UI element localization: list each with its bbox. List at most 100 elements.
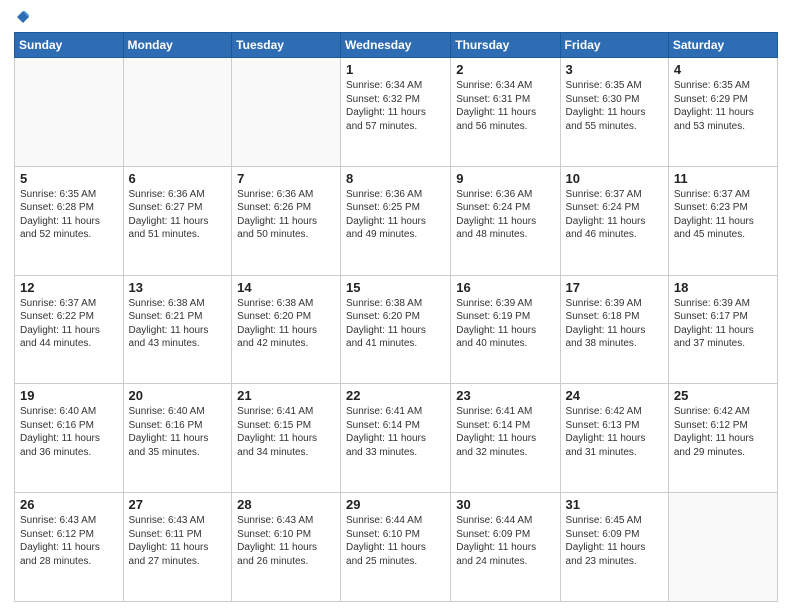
day-number: 12: [20, 280, 118, 295]
day-number: 14: [237, 280, 335, 295]
calendar-week-2: 12 Sunrise: 6:37 AM Sunset: 6:22 PM Dayli…: [15, 275, 778, 384]
day-info: Sunrise: 6:40 AM Sunset: 6:16 PM Dayligh…: [20, 405, 118, 459]
calendar-cell: 29Sunrise: 6:44 AM Sunset: 6:10 PM Dayli…: [341, 493, 451, 602]
calendar-cell: 25Sunrise: 6:42 AM Sunset: 6:12 PM Dayli…: [668, 384, 777, 493]
page: SundayMondayTuesdayWednesdayThursdayFrid…: [0, 0, 792, 612]
day-number: 20: [129, 388, 227, 403]
calendar-cell: [123, 58, 232, 167]
day-info: Sunrise: 6:40 AM Sunset: 6:16 PM Dayligh…: [129, 405, 227, 459]
day-number: 25: [674, 388, 772, 403]
day-number: 3: [566, 62, 663, 77]
day-number: 23: [456, 388, 554, 403]
logo: [14, 10, 30, 24]
calendar-cell: 5 Sunrise: 6:35 AM Sunset: 6:28 PM Daylig…: [15, 166, 124, 275]
calendar-cell: 14 Sunrise: 6:38 AM Sunset: 6:20 PM Dayli…: [232, 275, 341, 384]
calendar-cell: 7 Sunrise: 6:36 AM Sunset: 6:26 PM Daylig…: [232, 166, 341, 275]
header: [14, 10, 778, 24]
day-number: 30: [456, 497, 554, 512]
calendar-cell: [232, 58, 341, 167]
day-info: Sunrise: 6:41 AM Sunset: 6:14 PM Dayligh…: [456, 405, 554, 459]
day-info: Sunrise: 6:37 AM Sunset: 6:23 PM Dayligh…: [674, 188, 772, 242]
calendar-week-4: 26 Sunrise: 6:43 AM Sunset: 6:12 PM Dayli…: [15, 493, 778, 602]
day-info: Sunrise: 6:41 AM Sunset: 6:14 PM Dayligh…: [346, 405, 445, 459]
calendar-cell: 10Sunrise: 6:37 AM Sunset: 6:24 PM Dayli…: [560, 166, 668, 275]
day-number: 9: [456, 171, 554, 186]
day-number: 13: [129, 280, 227, 295]
day-info: Sunrise: 6:37 AM Sunset: 6:22 PM Dayligh…: [20, 297, 118, 351]
calendar-cell: 17 Sunrise: 6:39 AM Sunset: 6:18 PM Dayli…: [560, 275, 668, 384]
calendar-cell: 20 Sunrise: 6:40 AM Sunset: 6:16 PM Dayli…: [123, 384, 232, 493]
calendar-week-0: 1 Sunrise: 6:34 AM Sunset: 6:32 PM Daylig…: [15, 58, 778, 167]
day-number: 31: [566, 497, 663, 512]
day-number: 28: [237, 497, 335, 512]
calendar-header-tuesday: Tuesday: [232, 33, 341, 58]
calendar-cell: 31 Sunrise: 6:45 AM Sunset: 6:09 PM Dayli…: [560, 493, 668, 602]
day-info: Sunrise: 6:36 AM Sunset: 6:24 PM Dayligh…: [456, 188, 554, 242]
day-number: 15: [346, 280, 445, 295]
calendar-header-friday: Friday: [560, 33, 668, 58]
day-number: 5: [20, 171, 118, 186]
calendar-week-3: 19Sunrise: 6:40 AM Sunset: 6:16 PM Dayli…: [15, 384, 778, 493]
calendar-header-thursday: Thursday: [451, 33, 560, 58]
day-info: Sunrise: 6:41 AM Sunset: 6:15 PM Dayligh…: [237, 405, 335, 459]
day-info: Sunrise: 6:43 AM Sunset: 6:12 PM Dayligh…: [20, 514, 118, 568]
calendar-header-monday: Monday: [123, 33, 232, 58]
calendar-header-wednesday: Wednesday: [341, 33, 451, 58]
day-info: Sunrise: 6:45 AM Sunset: 6:09 PM Dayligh…: [566, 514, 663, 568]
day-number: 18: [674, 280, 772, 295]
day-number: 17: [566, 280, 663, 295]
day-info: Sunrise: 6:39 AM Sunset: 6:18 PM Dayligh…: [566, 297, 663, 351]
calendar-cell: 3 Sunrise: 6:35 AM Sunset: 6:30 PM Daylig…: [560, 58, 668, 167]
day-info: Sunrise: 6:43 AM Sunset: 6:11 PM Dayligh…: [129, 514, 227, 568]
calendar-cell: 16 Sunrise: 6:39 AM Sunset: 6:19 PM Dayli…: [451, 275, 560, 384]
calendar-header-row: SundayMondayTuesdayWednesdayThursdayFrid…: [15, 33, 778, 58]
calendar-cell: 23 Sunrise: 6:41 AM Sunset: 6:14 PM Dayli…: [451, 384, 560, 493]
calendar-table: SundayMondayTuesdayWednesdayThursdayFrid…: [14, 32, 778, 602]
calendar-cell: 9 Sunrise: 6:36 AM Sunset: 6:24 PM Daylig…: [451, 166, 560, 275]
calendar-cell: 22 Sunrise: 6:41 AM Sunset: 6:14 PM Dayli…: [341, 384, 451, 493]
day-info: Sunrise: 6:34 AM Sunset: 6:32 PM Dayligh…: [346, 79, 445, 133]
calendar-cell: 24Sunrise: 6:42 AM Sunset: 6:13 PM Dayli…: [560, 384, 668, 493]
day-number: 21: [237, 388, 335, 403]
day-info: Sunrise: 6:34 AM Sunset: 6:31 PM Dayligh…: [456, 79, 554, 133]
calendar-cell: 19Sunrise: 6:40 AM Sunset: 6:16 PM Dayli…: [15, 384, 124, 493]
day-info: Sunrise: 6:36 AM Sunset: 6:26 PM Dayligh…: [237, 188, 335, 242]
day-number: 22: [346, 388, 445, 403]
calendar-cell: 13Sunrise: 6:38 AM Sunset: 6:21 PM Dayli…: [123, 275, 232, 384]
day-number: 27: [129, 497, 227, 512]
day-info: Sunrise: 6:44 AM Sunset: 6:09 PM Dayligh…: [456, 514, 554, 568]
calendar-cell: 1 Sunrise: 6:34 AM Sunset: 6:32 PM Daylig…: [341, 58, 451, 167]
calendar-cell: 2Sunrise: 6:34 AM Sunset: 6:31 PM Daylig…: [451, 58, 560, 167]
day-info: Sunrise: 6:35 AM Sunset: 6:29 PM Dayligh…: [674, 79, 772, 133]
calendar-cell: 27 Sunrise: 6:43 AM Sunset: 6:11 PM Dayli…: [123, 493, 232, 602]
day-info: Sunrise: 6:39 AM Sunset: 6:19 PM Dayligh…: [456, 297, 554, 351]
day-number: 1: [346, 62, 445, 77]
day-info: Sunrise: 6:35 AM Sunset: 6:30 PM Dayligh…: [566, 79, 663, 133]
day-number: 7: [237, 171, 335, 186]
day-number: 10: [566, 171, 663, 186]
day-info: Sunrise: 6:39 AM Sunset: 6:17 PM Dayligh…: [674, 297, 772, 351]
calendar-cell: 12 Sunrise: 6:37 AM Sunset: 6:22 PM Dayli…: [15, 275, 124, 384]
day-info: Sunrise: 6:38 AM Sunset: 6:20 PM Dayligh…: [346, 297, 445, 351]
day-info: Sunrise: 6:36 AM Sunset: 6:25 PM Dayligh…: [346, 188, 445, 242]
day-number: 8: [346, 171, 445, 186]
day-info: Sunrise: 6:36 AM Sunset: 6:27 PM Dayligh…: [129, 188, 227, 242]
calendar-cell: 21 Sunrise: 6:41 AM Sunset: 6:15 PM Dayli…: [232, 384, 341, 493]
day-info: Sunrise: 6:35 AM Sunset: 6:28 PM Dayligh…: [20, 188, 118, 242]
calendar-cell: 11 Sunrise: 6:37 AM Sunset: 6:23 PM Dayli…: [668, 166, 777, 275]
calendar-cell: 15 Sunrise: 6:38 AM Sunset: 6:20 PM Dayli…: [341, 275, 451, 384]
logo-icon: [16, 10, 30, 24]
calendar-cell: 30 Sunrise: 6:44 AM Sunset: 6:09 PM Dayli…: [451, 493, 560, 602]
calendar-header-sunday: Sunday: [15, 33, 124, 58]
day-info: Sunrise: 6:38 AM Sunset: 6:20 PM Dayligh…: [237, 297, 335, 351]
day-number: 11: [674, 171, 772, 186]
day-info: Sunrise: 6:43 AM Sunset: 6:10 PM Dayligh…: [237, 514, 335, 568]
day-number: 16: [456, 280, 554, 295]
calendar-cell: 4Sunrise: 6:35 AM Sunset: 6:29 PM Daylig…: [668, 58, 777, 167]
calendar-cell: 18 Sunrise: 6:39 AM Sunset: 6:17 PM Dayli…: [668, 275, 777, 384]
calendar-week-1: 5 Sunrise: 6:35 AM Sunset: 6:28 PM Daylig…: [15, 166, 778, 275]
day-number: 29: [346, 497, 445, 512]
calendar-cell: 8 Sunrise: 6:36 AM Sunset: 6:25 PM Daylig…: [341, 166, 451, 275]
day-number: 26: [20, 497, 118, 512]
calendar-header-saturday: Saturday: [668, 33, 777, 58]
